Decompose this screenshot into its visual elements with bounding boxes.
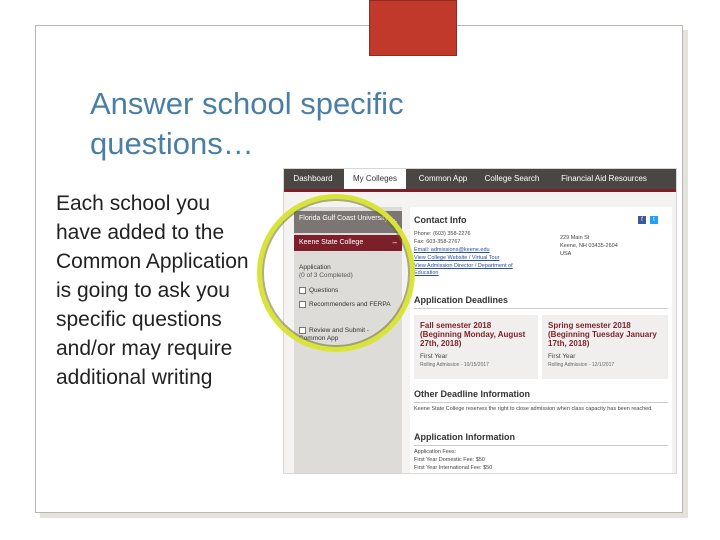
fall-deadline-detail: Rolling Admission - 10/15/2017 <box>420 362 489 368</box>
slide-body-text: Each school you have added to the Common… <box>56 192 249 389</box>
facebook-icon[interactable]: f <box>638 216 646 224</box>
contact-phone: Phone: (603) 358-2276 <box>414 231 471 237</box>
contact-fax: Fax: 603-358-2767 <box>414 239 461 245</box>
fee-international: First Year International Fee: $50 <box>414 465 493 471</box>
spring-deadline-card: Spring semester 2018 (Beginning Tuesday … <box>542 315 668 379</box>
address-line-3: USA <box>560 251 572 257</box>
tab-dashboard[interactable]: Dashboard <box>284 169 342 189</box>
other-deadline-text: Keene State College reserves the right t… <box>414 406 653 412</box>
fall-deadline-card: Fall semester 2018 (Beginning Monday, Au… <box>414 315 538 379</box>
fall-deadline-type: First Year <box>420 353 448 360</box>
spring-deadline-detail: Rolling Admission - 12/1/2017 <box>548 362 615 368</box>
fall-deadline-title: Fall semester 2018 (Beginning Monday, Au… <box>420 321 526 348</box>
divider <box>414 308 668 309</box>
application-fees-label: Application Fees: <box>414 449 457 455</box>
twitter-icon[interactable]: t <box>650 216 658 224</box>
divider <box>414 402 668 403</box>
contact-info-heading: Contact Info <box>414 215 467 225</box>
tab-my-colleges[interactable]: My Colleges <box>344 169 406 189</box>
admission-director-link[interactable]: View Admission Director / Department of … <box>414 263 524 277</box>
address-line-2: Keene, NH 03435-2604 <box>560 243 618 249</box>
application-deadlines-heading: Application Deadlines <box>414 295 509 305</box>
tab-financial-aid-resources[interactable]: Financial Aid Resources <box>552 169 656 189</box>
application-information-heading: Application Information <box>414 432 515 442</box>
divider <box>414 445 668 446</box>
tab-college-search[interactable]: College Search <box>480 169 544 189</box>
slide-title: Answer school specific questions… <box>90 86 404 161</box>
address-line-1: 229 Main St <box>560 235 590 241</box>
contact-email-link[interactable]: Email: admissions@keene.edu <box>414 247 490 254</box>
college-website-link[interactable]: View College Website / Virtual Tour <box>414 255 500 262</box>
fee-domestic: First Year Domestic Fee: $50 <box>414 457 485 463</box>
spring-deadline-title: Spring semester 2018 (Beginning Tuesday … <box>548 321 657 348</box>
other-deadline-heading: Other Deadline Information <box>414 389 531 399</box>
top-navigation: Dashboard My Colleges Common App College… <box>284 169 676 189</box>
slide-accent-bar <box>369 0 457 56</box>
highlight-circle-outline <box>262 199 410 347</box>
spring-deadline-type: First Year <box>548 353 576 360</box>
tab-common-app[interactable]: Common App <box>414 169 472 189</box>
college-details-panel: Contact Info f t Phone: (603) 358-2276 F… <box>410 207 672 473</box>
nav-accent-line <box>284 189 676 192</box>
